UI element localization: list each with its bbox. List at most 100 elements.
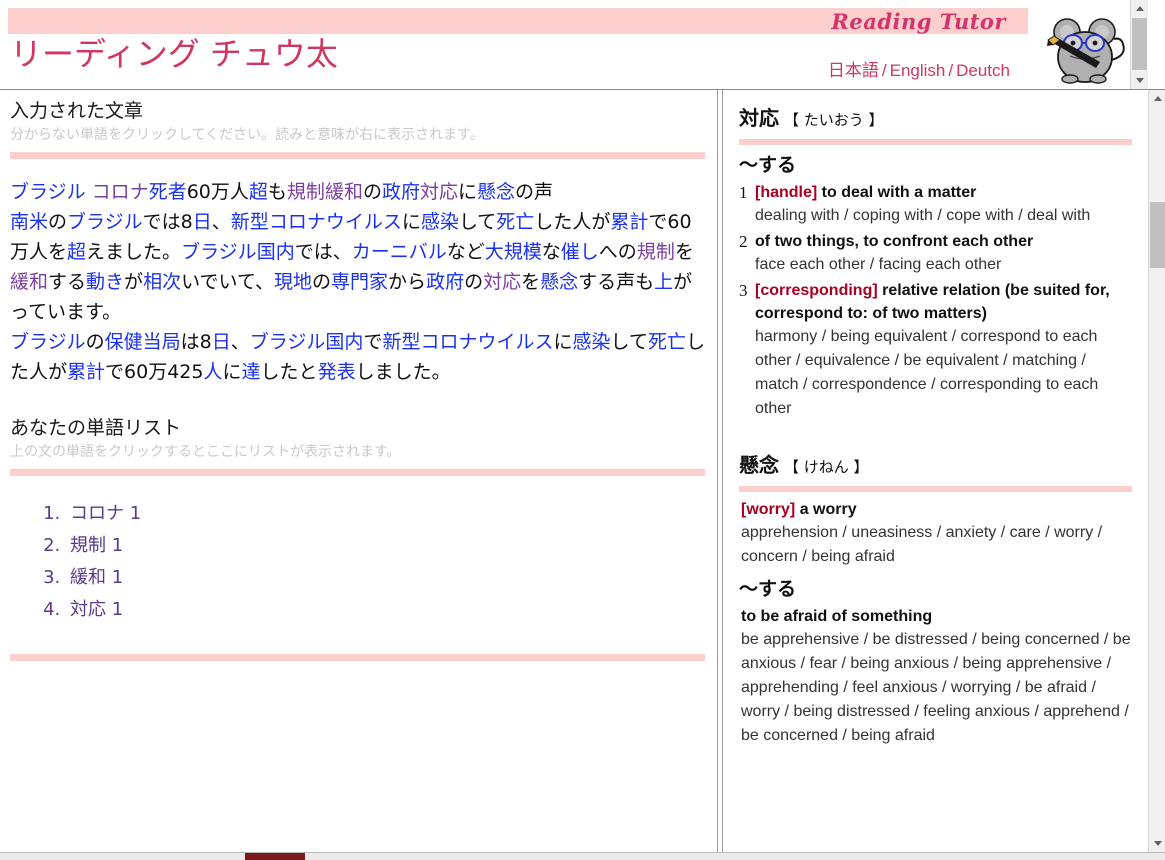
word-list-item[interactable]: 規制 1 (66, 530, 705, 562)
article-word-link[interactable]: 日 (212, 331, 231, 353)
article-word-link[interactable]: コロナウイルス (420, 331, 553, 353)
article-plain-text: も (267, 181, 287, 203)
dictionary-sense: to be afraid of something be apprehensive… (739, 605, 1132, 748)
header-scrollbar-thumb[interactable] (1132, 18, 1147, 70)
header-scroll-down-arrow[interactable] (1131, 72, 1148, 89)
sense-synonyms: harmony / being equivalent / correspond … (755, 328, 1099, 417)
article-word-link[interactable]: 対応 (483, 271, 521, 293)
article-word-link[interactable]: 死者 (149, 181, 187, 203)
article-word-link[interactable]: 死亡 (648, 331, 686, 353)
article-word-link[interactable]: 国内 (325, 331, 363, 353)
sense-body: of two things, to confront each other fac… (755, 230, 1132, 277)
word-list-item-term[interactable]: コロナ (70, 503, 124, 524)
lang-link-japanese[interactable]: 日本語 (828, 61, 879, 80)
article-word-link[interactable]: 動き (86, 271, 124, 293)
sense-synonyms: apprehension / uneasiness / anxiety / ca… (741, 524, 1103, 565)
header-scroll-up-arrow[interactable] (1131, 0, 1148, 17)
article-word-link[interactable]: 新型 (382, 331, 420, 353)
article-word-link[interactable]: 緩和 (10, 271, 48, 293)
article-word-link[interactable]: ブラジル (250, 331, 326, 353)
sense-gloss-text: of two things, to confront each other (755, 233, 1034, 250)
article-word-link[interactable]: コロナウイルス (269, 211, 402, 233)
sense-number: 1 (739, 183, 748, 202)
chevron-up-icon (1135, 6, 1144, 11)
chevron-up-icon (1153, 96, 1162, 101)
article-word-link[interactable]: 発表 (318, 361, 356, 383)
wordlist-spacer (10, 476, 705, 498)
article-word-link[interactable]: コロナ (92, 181, 149, 203)
article-word-link[interactable]: 死亡 (496, 211, 534, 233)
article-word-link[interactable]: 日 (193, 211, 212, 233)
sense-gloss: to be afraid of something (741, 605, 1132, 628)
taskbar-active-item[interactable] (245, 853, 305, 860)
article-word-link[interactable]: 超 (67, 241, 86, 263)
article-plain-text: に (401, 211, 421, 233)
wordlist-bottom-spacer (10, 626, 705, 648)
article-plain-text: した人が (534, 211, 611, 233)
article-word-link[interactable]: 人 (204, 361, 223, 383)
headword-kanji: 対応 (739, 106, 779, 130)
article-word-link[interactable]: 懸念 (540, 271, 578, 293)
article-word-link[interactable]: 規制 (287, 181, 325, 203)
article-word-link[interactable]: 国内 (257, 241, 295, 263)
article-line: 南米のブラジルでは8日、新型コロナウイルスに感染して死亡した人が累計で60万人を… (10, 207, 705, 327)
main-scroll-up-arrow[interactable] (1149, 90, 1165, 107)
lang-separator-2: / (948, 61, 954, 80)
article-plain-text: して (458, 211, 497, 233)
article-word-link[interactable]: 感染 (421, 211, 459, 233)
article-word-link[interactable]: 累計 (610, 211, 648, 233)
article-word-link[interactable]: 政府 (426, 271, 464, 293)
article-plain-text: への (598, 241, 637, 263)
header-scrollbar[interactable] (1130, 0, 1148, 89)
article-plain-text: から (388, 271, 427, 293)
word-list-item-term[interactable]: 規制 (70, 535, 106, 556)
article-word-link[interactable]: 懸念 (477, 181, 515, 203)
article-word-link[interactable]: 大規模 (485, 241, 542, 263)
article-word-link[interactable]: ブラジル (10, 181, 86, 203)
word-list-item-count: 1 (129, 503, 142, 524)
article-word-link[interactable]: カーニバル (352, 241, 447, 263)
article-word-link[interactable]: 上 (654, 271, 673, 293)
article-word-link[interactable]: 緩和 (325, 181, 363, 203)
article-word-link[interactable]: ブラジル (181, 241, 257, 263)
word-list-item[interactable]: 緩和 1 (66, 562, 705, 594)
lang-link-deutch[interactable]: Deutch (956, 61, 1010, 80)
dictionary-entry: 懸念【 けねん 】 [worry] a worry apprehension / u… (739, 451, 1132, 748)
input-text-section-title: 入力された文章 (10, 100, 144, 122)
article-word-link[interactable]: ブラジル (67, 211, 143, 233)
main-scroll-down-arrow[interactable] (1149, 835, 1165, 852)
word-list-item-term[interactable]: 対応 (70, 599, 106, 620)
article-plain-text: 、 (211, 211, 231, 233)
article-word-link[interactable]: 催し (561, 241, 599, 263)
article-word-link[interactable]: 相次 (143, 271, 181, 293)
word-list-item[interactable]: コロナ 1 (66, 498, 705, 530)
article-word-link[interactable]: 南米 (10, 211, 48, 233)
article-word-link[interactable]: 感染 (573, 331, 611, 353)
article-word-link[interactable]: 規制 (637, 241, 675, 263)
sense-synonyms: dealing with / coping with / cope with /… (755, 207, 1091, 224)
main-scrollbar[interactable] (1148, 90, 1165, 852)
dictionary-sense: 2 of two things, to confront each other fa… (739, 230, 1132, 277)
main-scrollbar-thumb[interactable] (1150, 202, 1165, 268)
article-word-link[interactable]: 対応 (420, 181, 458, 203)
word-list-item-term[interactable]: 緩和 (70, 567, 106, 588)
chevron-down-icon (1153, 841, 1162, 846)
headword-reading: 【 けねん 】 (784, 458, 869, 476)
article-word-link[interactable]: 専門家 (331, 271, 388, 293)
article-word-link[interactable]: ブラジル (10, 331, 86, 353)
article-word-link[interactable]: 超 (249, 181, 268, 203)
article-word-link[interactable]: 達 (242, 361, 261, 383)
article-word-link[interactable]: 現地 (274, 271, 312, 293)
article-word-link[interactable]: 累計 (67, 361, 105, 383)
article-word-link[interactable]: 保健当局 (105, 331, 181, 353)
lang-link-english[interactable]: English (890, 61, 946, 80)
lang-separator-1: / (881, 61, 887, 80)
article-word-link[interactable]: 新型 (231, 211, 269, 233)
sense-gloss: of two things, to confront each other (755, 230, 1132, 253)
article-plain-text: して (610, 331, 648, 353)
header-frame: Reading Tutor リーディング チュウ太 日本語 / English / De… (0, 0, 1165, 90)
article-word-link[interactable]: 政府 (382, 181, 420, 203)
word-list-item[interactable]: 対応 1 (66, 594, 705, 626)
article-plain-text: 8 (199, 331, 212, 353)
word-list-item-count: 1 (111, 599, 124, 620)
